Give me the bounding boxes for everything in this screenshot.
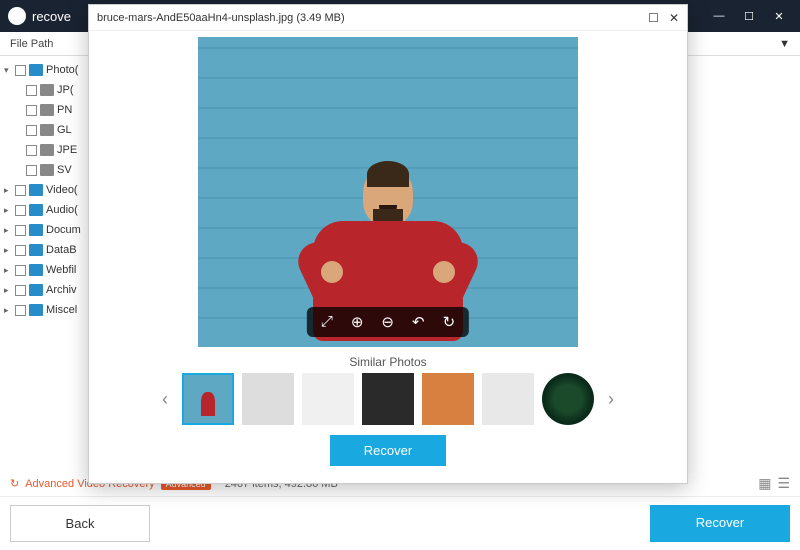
prev-arrow-icon[interactable]: ‹ (156, 389, 174, 410)
thumbnail-strip: ‹ › (156, 373, 620, 425)
grid-view-icon[interactable]: ▦ (758, 475, 771, 492)
modal-recover-button[interactable]: Recover (330, 435, 446, 466)
logo-icon (8, 7, 26, 25)
modal-body: ⤢ ⊕ ⊖ ↶ ↻ Similar Photos ‹ › Recover (89, 31, 687, 483)
footer: Back Recover (0, 496, 800, 550)
image-controls: ⤢ ⊕ ⊖ ↶ ↻ (307, 307, 469, 337)
app-logo: recove (8, 7, 71, 25)
zoom-out-icon[interactable]: ⊖ (381, 313, 394, 331)
zoom-in-icon[interactable]: ⊕ (351, 313, 364, 331)
thumbnail[interactable] (242, 373, 294, 425)
minimize-button[interactable]: — (706, 5, 732, 27)
thumbnail[interactable] (182, 373, 234, 425)
recover-button[interactable]: Recover (650, 505, 790, 542)
fit-icon[interactable]: ⤢ (321, 313, 333, 331)
preview-image: ⤢ ⊕ ⊖ ↶ ↻ (198, 37, 578, 347)
filter-icon[interactable]: ▼ (779, 38, 790, 50)
thumbnail[interactable] (542, 373, 594, 425)
window-controls: — ☐ ✕ (706, 5, 792, 27)
list-view-icon[interactable]: ☰ (777, 475, 790, 492)
rotate-left-icon[interactable]: ↶ (412, 313, 425, 331)
refresh-icon[interactable]: ↻ (10, 477, 19, 490)
back-button[interactable]: Back (10, 505, 150, 542)
maximize-button[interactable]: ☐ (736, 5, 762, 27)
thumbnail[interactable] (422, 373, 474, 425)
view-mode-icons: ▦ ☰ (758, 475, 790, 492)
app-name: recove (32, 9, 71, 24)
modal-header: bruce-mars-AndE50aaHn4-unsplash.jpg (3.4… (89, 5, 687, 31)
modal-maximize-button[interactable]: ☐ (648, 11, 659, 25)
modal-title: bruce-mars-AndE50aaHn4-unsplash.jpg (3.4… (97, 12, 345, 24)
next-arrow-icon[interactable]: › (602, 389, 620, 410)
filepath-label: File Path (10, 38, 53, 50)
close-button[interactable]: ✕ (766, 5, 792, 27)
thumbnail[interactable] (302, 373, 354, 425)
similar-photos-label: Similar Photos (349, 355, 426, 369)
preview-modal: bruce-mars-AndE50aaHn4-unsplash.jpg (3.4… (88, 4, 688, 484)
modal-close-button[interactable]: ✕ (669, 11, 679, 25)
thumbnail[interactable] (362, 373, 414, 425)
thumbnail[interactable] (482, 373, 534, 425)
rotate-right-icon[interactable]: ↻ (443, 313, 456, 331)
